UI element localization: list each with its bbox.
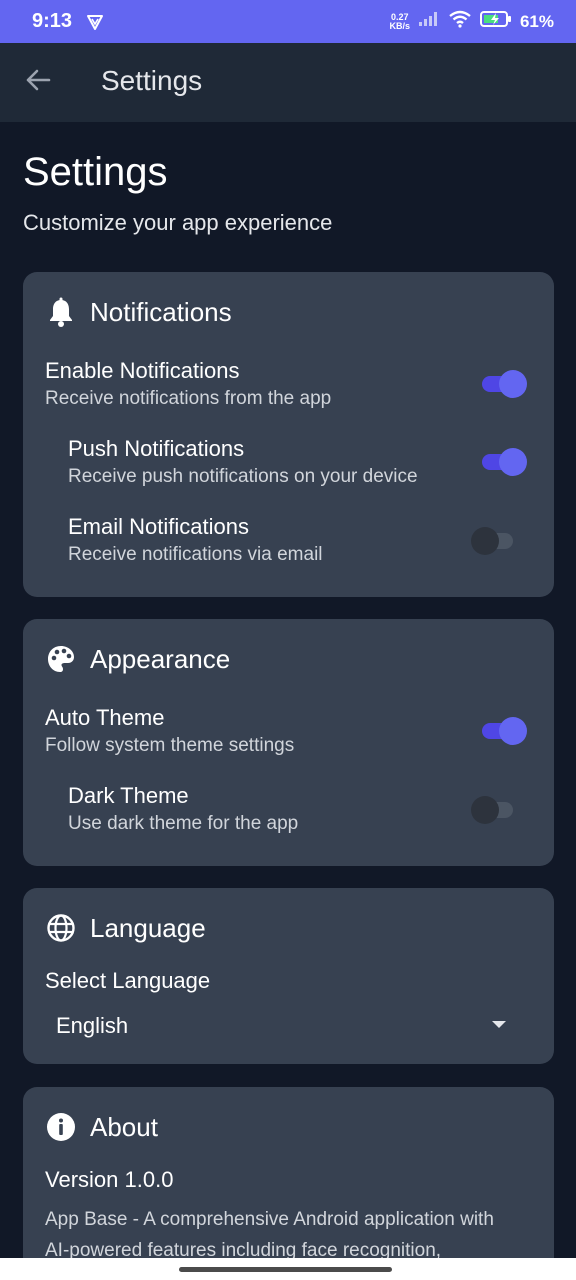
about-title: About bbox=[90, 1111, 158, 1142]
notifications-header: Notifications bbox=[45, 296, 232, 328]
dark-theme-description: Use dark theme for the app bbox=[68, 813, 299, 834]
language-title: Language bbox=[90, 912, 206, 943]
back-button[interactable] bbox=[22, 65, 54, 99]
bell-icon bbox=[45, 296, 77, 328]
email-notifications-label: Email Notifications bbox=[68, 514, 249, 539]
appearance-header: Appearance bbox=[45, 643, 230, 675]
battery-percent: 61% bbox=[519, 11, 554, 31]
email-notifications-toggle[interactable] bbox=[471, 526, 519, 555]
enable-notifications-description: Receive notifications from the app bbox=[45, 388, 332, 409]
push-notifications-label: Push Notifications bbox=[68, 436, 245, 461]
vpn-shield-icon bbox=[86, 13, 104, 31]
toggle-thumb bbox=[471, 527, 499, 555]
select-language-label: Select Language bbox=[45, 968, 211, 993]
email-notifications-description: Receive notifications via email bbox=[68, 544, 323, 565]
auto-theme-row: Auto Theme Follow system theme settings bbox=[45, 705, 532, 757]
language-header: Language bbox=[45, 912, 206, 944]
toggle-thumb bbox=[499, 717, 527, 745]
appearance-card: Appearance Auto Theme Follow system them… bbox=[23, 619, 554, 866]
enable-notifications-row: Enable Notifications Receive notificatio… bbox=[45, 358, 532, 410]
network-speed-unit: KB/s bbox=[389, 20, 410, 31]
dark-theme-label: Dark Theme bbox=[68, 783, 189, 808]
info-icon bbox=[45, 1111, 77, 1143]
auto-theme-description: Follow system theme settings bbox=[45, 735, 295, 756]
dark-theme-toggle[interactable] bbox=[471, 795, 519, 824]
palette-icon bbox=[45, 643, 77, 675]
arrow-left-icon bbox=[24, 66, 52, 99]
enable-notifications-label: Enable Notifications bbox=[45, 358, 240, 383]
gesture-nav-bar bbox=[0, 1258, 576, 1280]
signal-icon bbox=[418, 11, 440, 32]
about-card: About Version 1.0.0 App Base - A compreh… bbox=[23, 1087, 554, 1258]
page-subtitle: Customize your app experience bbox=[23, 210, 333, 235]
auto-theme-label: Auto Theme bbox=[45, 705, 165, 730]
push-notifications-toggle[interactable] bbox=[480, 447, 528, 476]
toggle-thumb bbox=[471, 796, 499, 824]
about-description: App Base - A comprehensive Android appli… bbox=[45, 1209, 494, 1258]
network-speed: 0.27 KB/s bbox=[389, 12, 410, 31]
dropdown-arrow-icon bbox=[492, 1021, 506, 1028]
push-notifications-row: Push Notifications Receive push notifica… bbox=[68, 436, 532, 488]
language-dropdown[interactable]: English bbox=[45, 1006, 532, 1046]
page-title: Settings bbox=[23, 150, 168, 194]
app-bar-title: Settings bbox=[101, 65, 203, 96]
battery-charging-icon bbox=[479, 10, 512, 33]
status-bar: 9:13 0.27 KB/s 61% bbox=[0, 0, 576, 43]
notifications-card: Notifications Enable Notifications Recei… bbox=[23, 272, 554, 597]
about-header: About bbox=[45, 1111, 158, 1143]
language-selected-value: English bbox=[56, 1013, 129, 1038]
status-time: 9:13 bbox=[32, 10, 73, 32]
appearance-title: Appearance bbox=[90, 643, 231, 674]
about-version: Version 1.0.0 bbox=[45, 1167, 174, 1192]
auto-theme-toggle[interactable] bbox=[480, 716, 528, 745]
email-notifications-row: Email Notifications Receive notification… bbox=[68, 514, 532, 566]
app-bar: Settings bbox=[0, 43, 576, 122]
toggle-thumb bbox=[499, 370, 527, 398]
settings-content[interactable]: Settings Customize your app experience N… bbox=[0, 122, 576, 1258]
enable-notifications-toggle[interactable] bbox=[480, 369, 528, 398]
home-gesture-handle[interactable] bbox=[179, 1267, 392, 1272]
language-card: Language Select Language English bbox=[23, 888, 554, 1064]
toggle-thumb bbox=[499, 448, 527, 476]
notifications-title: Notifications bbox=[90, 296, 232, 327]
globe-icon bbox=[45, 912, 77, 944]
push-notifications-description: Receive push notifications on your devic… bbox=[68, 466, 418, 487]
wifi-icon bbox=[448, 10, 472, 33]
dark-theme-row: Dark Theme Use dark theme for the app bbox=[68, 783, 532, 835]
